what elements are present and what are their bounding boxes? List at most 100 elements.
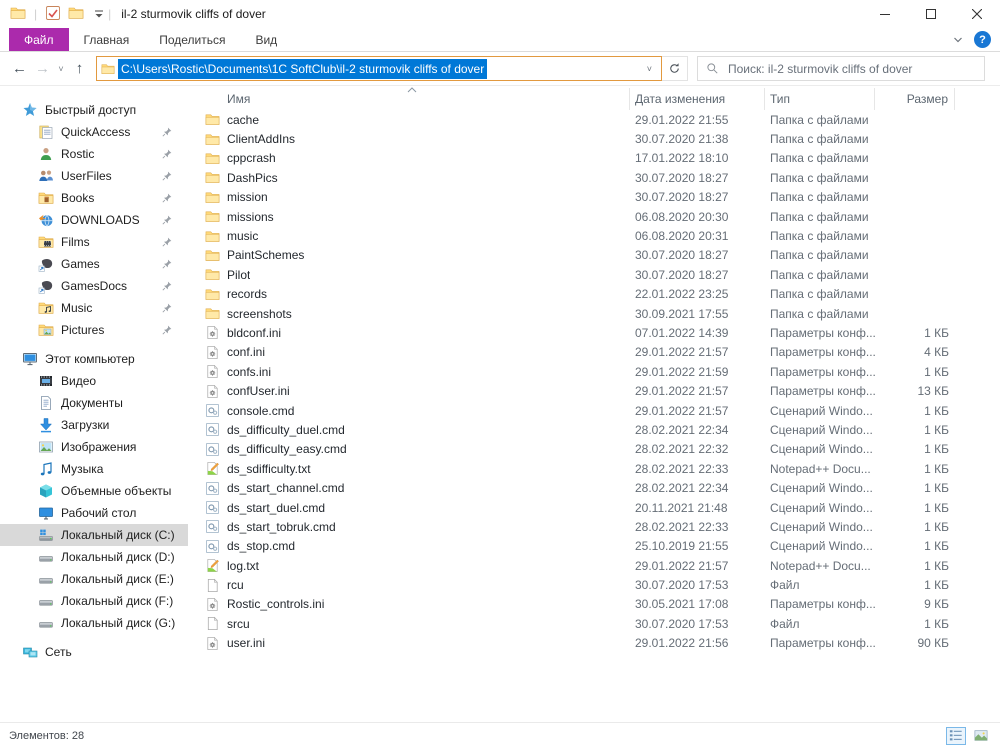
address-dropdown-button[interactable]: ˅ — [638, 64, 661, 74]
ribbon-tab[interactable]: Вид — [240, 28, 292, 51]
minimize-button[interactable] — [862, 0, 908, 28]
details-view-button[interactable] — [946, 726, 966, 745]
file-row[interactable]: DashPics 30.07.2020 18:27 Папка с файлами — [200, 168, 1000, 187]
ribbon-tab[interactable]: Главная — [69, 28, 145, 51]
sidebar-item-label: Music — [61, 301, 93, 315]
sidebar-item[interactable]: Рабочий стол — [0, 502, 188, 524]
sidebar-item[interactable]: UserFiles — [0, 165, 188, 187]
column-header[interactable]: Тип — [765, 88, 875, 110]
chevron-down-icon[interactable] — [953, 35, 963, 45]
file-row[interactable]: music 06.08.2020 20:31 Папка с файлами — [200, 226, 1000, 245]
sidebar-item[interactable]: Загрузки — [0, 414, 188, 436]
file-type: Параметры конф... — [770, 597, 876, 612]
search-box[interactable]: Поиск: il-2 sturmovik cliffs of dover — [697, 56, 985, 81]
file-row[interactable]: ds_start_tobruk.cmd 28.02.2021 22:33 Сцена… — [200, 517, 1000, 536]
sidebar-item[interactable]: Локальный диск (G:) — [0, 612, 188, 634]
file-name-cell: ds_start_duel.cmd — [200, 500, 630, 515]
file-type: Параметры конф... — [770, 636, 876, 651]
file-date: 29.01.2022 21:59 — [635, 364, 729, 379]
sidebar-section-header[interactable]: Сеть — [0, 641, 188, 663]
sidebar-item[interactable]: DOWNLOADS — [0, 209, 188, 231]
file-row[interactable]: missions 06.08.2020 20:30 Папка с файлами — [200, 207, 1000, 226]
sidebar-item[interactable]: Локальный диск (D:) — [0, 546, 188, 568]
up-button[interactable]: ↑ — [68, 57, 91, 81]
column-header[interactable]: Размер — [875, 88, 955, 110]
file-row[interactable]: Pilot 30.07.2020 18:27 Папка с файлами — [200, 265, 1000, 284]
file-row[interactable]: ClientAddIns 30.07.2020 21:38 Папка с файл… — [200, 129, 1000, 148]
file-row[interactable]: log.txt 29.01.2022 21:57 Notepad++ Docu...… — [200, 556, 1000, 575]
ribbon-tab[interactable]: Поделиться — [144, 28, 240, 51]
refresh-button[interactable] — [662, 56, 688, 81]
app-shortcut-icon — [38, 278, 54, 294]
sidebar-item[interactable]: GamesDocs — [0, 275, 188, 297]
file-row[interactable]: ds_difficulty_duel.cmd 28.02.2021 22:34 Сц… — [200, 420, 1000, 439]
recent-locations-button[interactable]: ˅ — [54, 57, 68, 81]
folder-pictures-icon — [38, 322, 54, 338]
file-date: 29.01.2022 21:57 — [635, 558, 729, 573]
separator: | — [108, 7, 112, 21]
file-row[interactable]: conf.ini 29.01.2022 21:57 Параметры конф..… — [200, 343, 1000, 362]
cmd-file-icon — [205, 481, 220, 496]
sidebar-item[interactable]: Pictures — [0, 319, 188, 341]
back-button[interactable]: ← — [8, 57, 31, 81]
sidebar-item[interactable]: Games — [0, 253, 188, 275]
file-row[interactable]: confs.ini 29.01.2022 21:59 Параметры конф.… — [200, 362, 1000, 381]
address-path[interactable]: C:\Users\Rostic\Documents\1C SoftClub\il… — [118, 58, 488, 79]
file-row[interactable]: cache 29.01.2022 21:55 Папка с файлами — [200, 110, 1000, 129]
file-row[interactable]: ds_start_duel.cmd 20.11.2021 21:48 Сценари… — [200, 498, 1000, 517]
thumbnails-view-button[interactable] — [971, 727, 991, 745]
file-type: Notepad++ Docu... — [770, 558, 871, 573]
pin-icon — [161, 236, 173, 248]
column-header[interactable]: Дата изменения — [630, 88, 765, 110]
sidebar-section-header[interactable]: Быстрый доступ — [0, 99, 188, 121]
qat-button[interactable] — [10, 5, 26, 24]
file-row[interactable]: PaintSchemes 30.07.2020 18:27 Папка с файл… — [200, 246, 1000, 265]
sidebar-item[interactable]: Локальный диск (F:) — [0, 590, 188, 612]
file-name: rcu — [227, 578, 244, 593]
file-row[interactable]: user.ini 29.01.2022 21:56 Параметры конф..… — [200, 634, 1000, 653]
forward-button[interactable]: → — [31, 57, 54, 81]
file-row[interactable]: ds_sdifficulty.txt 28.02.2021 22:33 Notepa… — [200, 459, 1000, 478]
cmd-file-icon — [205, 422, 220, 437]
file-row[interactable]: console.cmd 29.01.2022 21:57 Сценарий Wind… — [200, 401, 1000, 420]
qat-button[interactable] — [45, 5, 61, 24]
file-row[interactable]: ds_difficulty_easy.cmd 28.02.2021 22:32 Сц… — [200, 440, 1000, 459]
file-row[interactable]: confUser.ini 29.01.2022 21:57 Параметры ко… — [200, 381, 1000, 400]
sidebar-item[interactable]: Изображения — [0, 436, 188, 458]
sidebar-item[interactable]: Объемные объекты — [0, 480, 188, 502]
sidebar-item[interactable]: QuickAccess — [0, 121, 188, 143]
customize-qat-button[interactable] — [91, 5, 107, 24]
sidebar-item[interactable]: Books — [0, 187, 188, 209]
sidebar-item[interactable]: Видео — [0, 370, 188, 392]
file-row[interactable]: screenshots 30.09.2021 17:55 Папка с файла… — [200, 304, 1000, 323]
file-row[interactable]: rcu 30.07.2020 17:53 Файл 1 КБ — [200, 575, 1000, 594]
file-row[interactable]: records 22.01.2022 23:25 Папка с файлами — [200, 285, 1000, 304]
ini-file-icon — [205, 325, 220, 340]
ini-file-icon — [205, 384, 220, 399]
help-button[interactable]: ? — [974, 31, 991, 48]
sidebar-item[interactable]: Films — [0, 231, 188, 253]
file-row[interactable]: Rostic_controls.ini 30.05.2021 17:08 Парам… — [200, 595, 1000, 614]
qat-button[interactable] — [68, 5, 84, 24]
sidebar-item[interactable]: Локальный диск (E:) — [0, 568, 188, 590]
file-row[interactable]: srcu 30.07.2020 17:53 Файл 1 КБ — [200, 614, 1000, 633]
sidebar-item[interactable]: Документы — [0, 392, 188, 414]
sidebar-item[interactable]: Music — [0, 297, 188, 319]
maximize-button[interactable] — [908, 0, 954, 28]
file-row[interactable]: bldconf.ini 07.01.2022 14:39 Параметры кон… — [200, 323, 1000, 342]
sidebar-item[interactable]: Локальный диск (C:) — [0, 524, 188, 546]
disk-icon — [38, 571, 54, 587]
file-size: 1 КБ — [924, 519, 949, 534]
close-button[interactable] — [954, 0, 1000, 28]
file-name: music — [227, 229, 259, 244]
address-bar[interactable]: C:\Users\Rostic\Documents\1C SoftClub\il… — [96, 56, 662, 81]
file-row[interactable]: cppcrash 17.01.2022 18:10 Папка с файлами — [200, 149, 1000, 168]
file-row[interactable]: ds_stop.cmd 25.10.2019 21:55 Сценарий Wind… — [200, 537, 1000, 556]
sidebar-item[interactable]: Музыка — [0, 458, 188, 480]
file-row[interactable]: ds_start_channel.cmd 28.02.2021 22:34 Сцен… — [200, 478, 1000, 497]
sidebar-section-header[interactable]: Этот компьютер — [0, 348, 188, 370]
ribbon-tab[interactable]: Файл — [9, 28, 69, 51]
file-row[interactable]: mission 30.07.2020 18:27 Папка с файлами — [200, 188, 1000, 207]
sidebar-item[interactable]: Rostic — [0, 143, 188, 165]
folder-icon — [205, 112, 220, 127]
